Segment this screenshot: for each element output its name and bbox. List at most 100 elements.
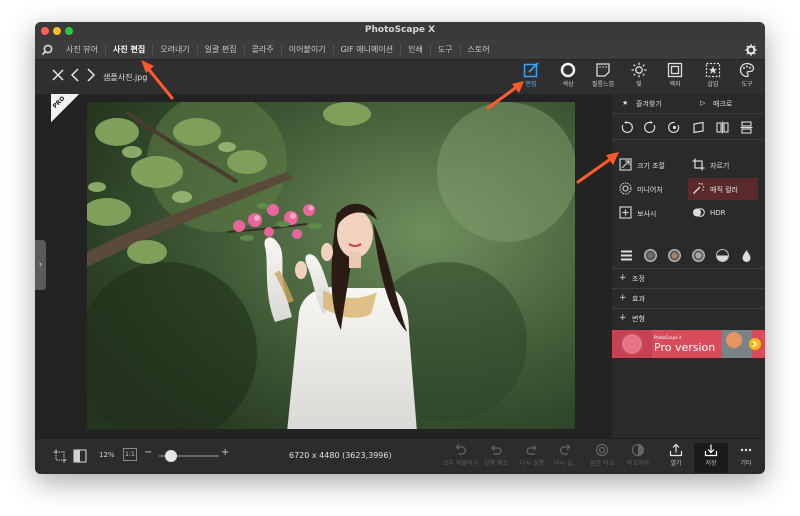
filter-list-icon[interactable] [620, 249, 633, 262]
feature-crop-label: 자르기 [710, 162, 730, 170]
feature-resize-label: 크기 조절 [637, 162, 665, 170]
menu-tools[interactable]: 도구 [429, 45, 460, 55]
tool-tools[interactable]: 도구 [730, 62, 764, 94]
redo-all-icon [559, 444, 571, 455]
undo-label: 실행 취소 [484, 460, 508, 467]
filter-preset-4[interactable] [716, 249, 729, 262]
main-menu-bar: 사진 뷰어 사진 편집 오려내기 일괄 편집 콜라주 이어붙이기 GIF 애니메… [35, 40, 765, 60]
next-icon[interactable] [85, 68, 97, 82]
tool-film[interactable]: 필름느낌 [586, 62, 620, 94]
tool-light[interactable]: 빛 [622, 62, 656, 94]
canvas-area[interactable]: PRO › [35, 94, 612, 438]
tool-frame[interactable]: 액자 [658, 62, 692, 94]
pro-version-banner[interactable]: PhotoScape X Pro version [612, 330, 765, 358]
tool-insert[interactable]: 삽입 [696, 62, 730, 94]
feature-bokeh[interactable]: 보사시 [615, 202, 685, 224]
feature-magic-color[interactable]: 매직 컬러 [688, 178, 758, 200]
filter-preset-1[interactable] [644, 249, 657, 262]
feature-magic-color-label: 매직 컬러 [710, 186, 738, 194]
more-button[interactable]: 기타 [729, 443, 763, 473]
section-transform-plus-icon: + [619, 313, 627, 323]
revert-all-label: 모두 되돌리기 [443, 460, 479, 467]
compare-original-button[interactable]: 원본 비교 [585, 443, 619, 473]
section-adjust-label: 조정 [632, 275, 645, 283]
redo-all-button[interactable]: 다시 실... [549, 443, 583, 473]
more-icon [740, 448, 752, 452]
rotate-free-icon[interactable] [668, 121, 681, 134]
close-icon[interactable] [52, 68, 64, 82]
sun-icon [631, 62, 647, 78]
redo-label: 다시 실행 [520, 460, 544, 467]
open-label: 열기 [670, 460, 682, 467]
rotate-left-icon[interactable] [620, 121, 633, 134]
feature-miniature-label: 미니어처 [637, 186, 663, 194]
window-title: PhotoScape X [364, 25, 436, 35]
straighten-icon[interactable] [692, 121, 705, 134]
annotation-arrow-menu [141, 60, 174, 100]
menu-photo-editor[interactable]: 사진 편집 [104, 45, 152, 55]
feature-miniature[interactable]: 미니어처 [615, 178, 685, 200]
fit-screen-icon[interactable] [53, 449, 67, 463]
zoom-actual-size-button[interactable]: 1:1 [123, 448, 137, 461]
gear-icon[interactable] [745, 44, 757, 56]
menu-print[interactable]: 인쇄 [400, 45, 430, 55]
section-effects[interactable]: + 효과 [612, 288, 765, 307]
menu-combine[interactable]: 이어붙이기 [280, 45, 333, 55]
more-label: 기타 [740, 460, 752, 467]
tool-color[interactable]: 색상 [551, 62, 585, 94]
water-drop-icon[interactable] [740, 249, 753, 262]
section-adjust-plus-icon: + [619, 273, 627, 283]
revert-all-icon [455, 444, 467, 455]
promo-small-label: PhotoScape X [654, 335, 682, 340]
annotation-arrow-resize [576, 152, 619, 184]
section-transform[interactable]: + 변형 [612, 308, 765, 327]
revert-all-button[interactable]: 모두 되돌리기 [443, 443, 479, 473]
tool-light-label: 빛 [636, 81, 642, 88]
feature-resize[interactable]: 크기 조절 [615, 154, 685, 176]
macro-tab[interactable]: 매크로 [713, 99, 732, 109]
expand-sidebar-handle[interactable]: › [35, 240, 46, 290]
menu-gif[interactable]: GIF 애니메이션 [332, 45, 401, 55]
split-view-icon[interactable] [73, 449, 87, 463]
menu-collage[interactable]: 콜라주 [243, 45, 281, 55]
compare-button[interactable]: 비교하기 [621, 443, 655, 473]
rotate-right-icon[interactable] [644, 121, 657, 134]
promo-text: Pro version [654, 341, 715, 354]
flip-horizontal-icon[interactable] [716, 121, 729, 134]
macro-play-icon: ▷ [700, 99, 706, 107]
menu-store[interactable]: 스토어 [459, 45, 497, 55]
photo-preview[interactable] [87, 102, 575, 429]
redo-all-label: 다시 실... [553, 460, 579, 467]
favorites-star-icon: ★ [622, 99, 629, 107]
photoscape-logo-icon[interactable] [41, 44, 53, 56]
previous-icon[interactable] [69, 68, 81, 82]
edit-icon [523, 62, 539, 78]
flip-vertical-icon[interactable] [740, 121, 753, 134]
zoom-slider-knob[interactable] [165, 450, 177, 462]
palette-icon [739, 62, 755, 78]
crop-icon [692, 158, 705, 171]
menu-cut-out[interactable]: 오려내기 [152, 45, 196, 55]
section-adjust[interactable]: + 조정 [612, 268, 765, 287]
tool-insert-label: 삽입 [707, 81, 719, 88]
save-button[interactable]: 저장 [694, 443, 728, 473]
section-effects-plus-icon: + [619, 293, 627, 303]
undo-icon [491, 445, 502, 455]
filter-preset-3[interactable] [692, 249, 705, 262]
open-button[interactable]: 열기 [659, 443, 693, 473]
zoom-in-button[interactable]: + [221, 447, 229, 458]
menu-photo-viewer[interactable]: 사진 뷰어 [59, 45, 105, 55]
transform-row [612, 116, 765, 140]
redo-icon [526, 445, 537, 455]
filter-preset-2[interactable] [668, 249, 681, 262]
tool-film-label: 필름느낌 [591, 81, 615, 88]
feature-crop[interactable]: 자르기 [688, 154, 758, 176]
zoom-out-button[interactable]: − [144, 447, 152, 458]
redo-button[interactable]: 다시 실행 [515, 443, 549, 473]
undo-button[interactable]: 실행 취소 [479, 443, 513, 473]
favorites-tab[interactable]: 즐겨찾기 [636, 99, 662, 109]
tool-color-label: 색상 [562, 81, 574, 88]
status-bar: 12% 1:1 − + 6720 x 4480 (3623,3996) 모두 되… [35, 438, 765, 474]
feature-hdr[interactable]: HDR [688, 202, 758, 224]
menu-batch[interactable]: 일괄 편집 [196, 45, 244, 55]
